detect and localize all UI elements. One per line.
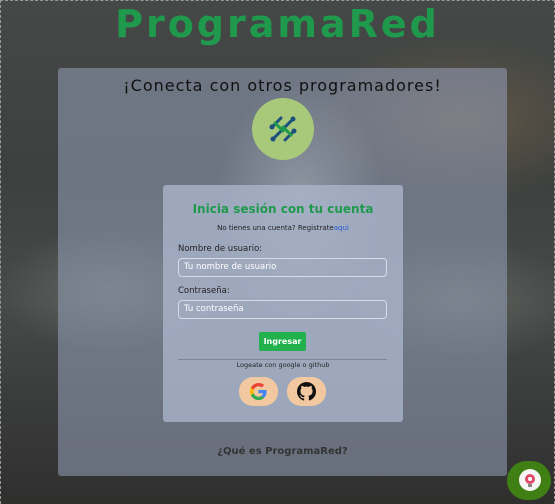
login-title: Inicia sesión con tu cuenta bbox=[192, 202, 374, 216]
google-login-button[interactable] bbox=[239, 377, 278, 406]
login-submit-button[interactable]: Ingresar bbox=[259, 332, 306, 351]
top-dashed-border bbox=[0, 0, 555, 1]
password-label: Contraseña: bbox=[178, 286, 230, 296]
chat-icon bbox=[519, 469, 541, 491]
left-dashed-border bbox=[0, 0, 1, 504]
username-label: Nombre de usuario: bbox=[178, 244, 263, 254]
social-login-note: Logeate con google o github bbox=[236, 361, 330, 369]
username-input[interactable]: Tu nombre de usuario bbox=[178, 258, 387, 277]
signup-link[interactable]: aqui bbox=[334, 224, 349, 232]
chat-widget-button[interactable] bbox=[507, 461, 551, 500]
hero-tagline: ¡Conecta con otros programadores! bbox=[123, 76, 442, 95]
password-input[interactable]: Tu contraseña bbox=[178, 300, 387, 319]
divider bbox=[178, 359, 387, 360]
brand-title: ProgramaRed bbox=[115, 2, 440, 46]
signup-prompt: No tienes una cuenta? Registrateaqui bbox=[163, 224, 403, 232]
about-link[interactable]: ¿Qué es ProgramaRed? bbox=[58, 446, 507, 457]
google-icon bbox=[249, 382, 267, 401]
github-icon bbox=[297, 382, 316, 401]
github-login-button[interactable] bbox=[287, 377, 326, 406]
code-network-icon bbox=[252, 98, 314, 160]
signup-prompt-text: No tienes una cuenta? Registrate bbox=[217, 224, 334, 232]
